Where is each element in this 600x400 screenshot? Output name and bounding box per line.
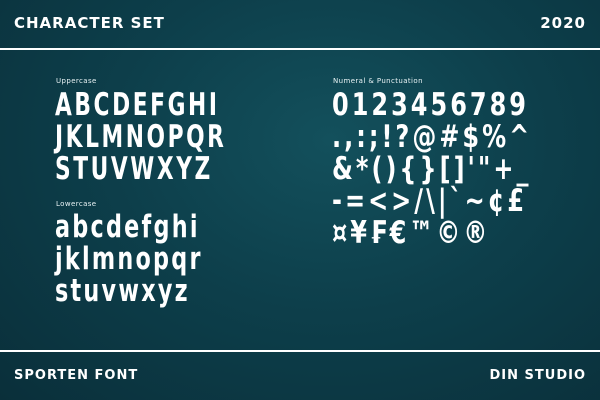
lowercase-row-2: jklmnopqr bbox=[55, 241, 203, 277]
bottom-divider bbox=[0, 350, 600, 352]
currency-row: ¤¥₣€™©® bbox=[332, 215, 491, 251]
punctuation-row-1: .,:;!?@#$%^ bbox=[332, 119, 533, 155]
lowercase-row-3: stuvwxyz bbox=[55, 273, 190, 309]
header-year: 2020 bbox=[540, 14, 586, 32]
header-title: CHARACTER SET bbox=[14, 14, 165, 32]
lowercase-label: Lowercase bbox=[56, 200, 97, 208]
top-divider bbox=[0, 48, 600, 50]
numeral-row-1: 0123456789 bbox=[332, 87, 529, 123]
numeral-label: Numeral & Punctuation bbox=[333, 77, 423, 85]
uppercase-row-3: STUVWXYZ bbox=[55, 151, 213, 187]
lowercase-row-1: abcdefghi bbox=[55, 209, 200, 245]
uppercase-row-1: ABCDEFGHI bbox=[55, 87, 220, 123]
footer-studio: DIN STUDIO bbox=[489, 368, 586, 383]
punctuation-row-3: -=<>/\|`~¢£ bbox=[332, 183, 528, 219]
punctuation-row-2: &*(){}[]'"+_ bbox=[332, 151, 532, 187]
uppercase-row-2: JKLMNOPQR bbox=[55, 119, 227, 155]
uppercase-label: Uppercase bbox=[56, 77, 97, 85]
footer-font-name: SPORTEN FONT bbox=[14, 368, 139, 383]
